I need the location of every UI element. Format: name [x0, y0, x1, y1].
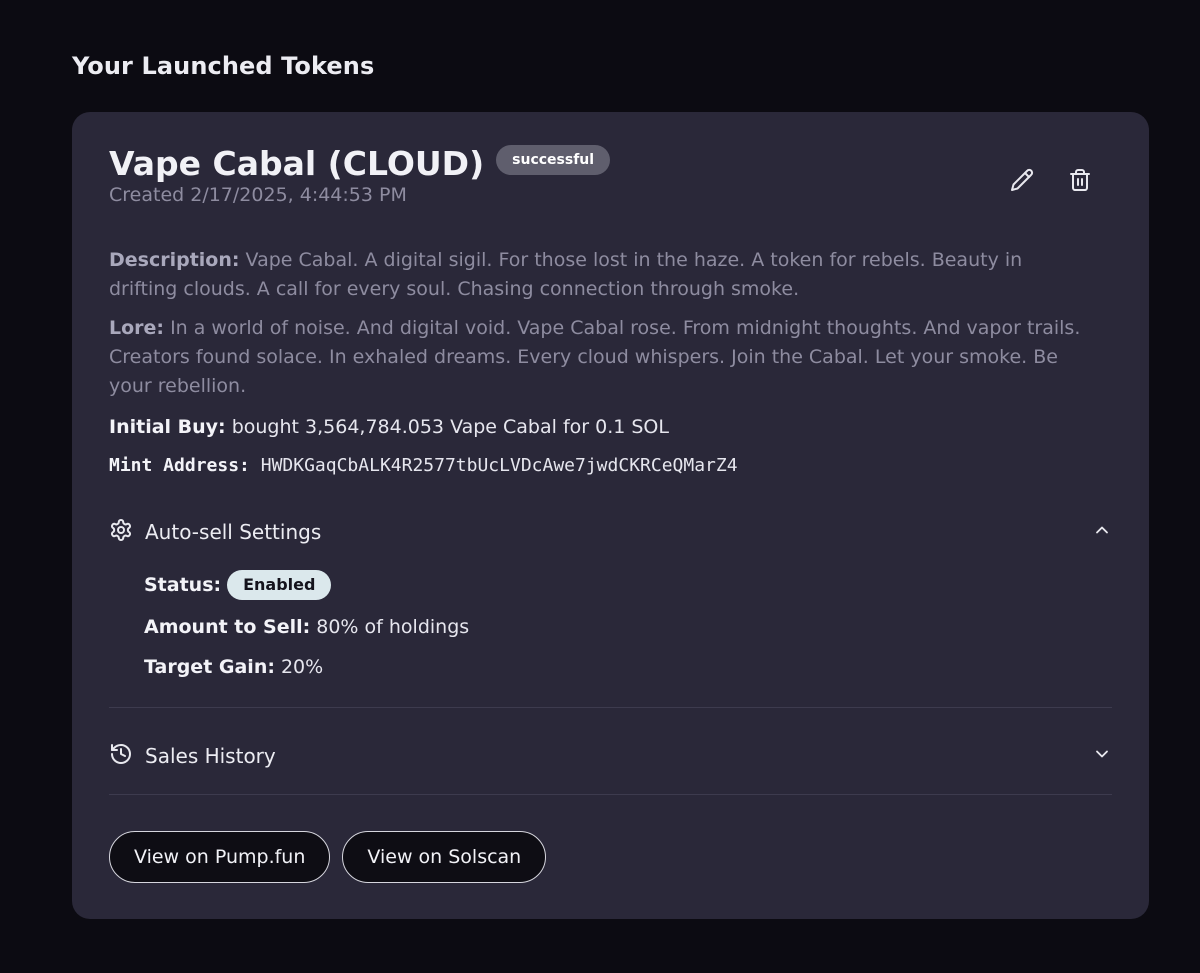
autosell-settings-toggle[interactable]: Auto-sell Settings	[109, 518, 1112, 546]
history-icon	[109, 742, 133, 770]
trash-icon[interactable]	[1068, 168, 1092, 192]
token-description: Description: Vape Cabal. A digital sigil…	[109, 246, 1089, 304]
token-title-row: Vape Cabal (CLOUD) successful	[109, 144, 611, 184]
token-card: Vape Cabal (CLOUD) successful Created 2/…	[72, 112, 1149, 919]
description-label: Description:	[109, 249, 240, 271]
view-on-pumpfun-button[interactable]: View on Pump.fun	[109, 831, 331, 883]
gear-icon	[109, 518, 133, 546]
token-name: Vape Cabal (CLOUD)	[109, 144, 485, 183]
lore-text: In a world of noise. And digital void. V…	[109, 317, 1081, 397]
autosell-status: Status: Enabled	[144, 570, 332, 600]
lore-label: Lore:	[109, 317, 165, 339]
enabled-badge: Enabled	[227, 570, 332, 600]
initial-buy-value: bought 3,564,784.053 Vape Cabal for 0.1 …	[231, 416, 669, 438]
initial-buy: Initial Buy: bought 3,564,784.053 Vape C…	[109, 416, 669, 438]
created-timestamp: Created 2/17/2025, 4:44:53 PM	[109, 184, 407, 206]
autosell-gain-label: Target Gain:	[144, 656, 275, 678]
chevron-down-icon	[1092, 744, 1112, 768]
divider	[109, 707, 1112, 708]
view-on-solscan-button[interactable]: View on Solscan	[342, 831, 547, 883]
autosell-gain: Target Gain: 20%	[144, 656, 323, 678]
autosell-amount-value: 80% of holdings	[316, 616, 470, 638]
autosell-gain-value: 20%	[280, 656, 324, 678]
autosell-amount-label: Amount to Sell:	[144, 616, 311, 638]
initial-buy-label: Initial Buy:	[109, 416, 226, 438]
mint-address-label: Mint Address:	[109, 455, 250, 476]
section-title: Your Launched Tokens	[72, 52, 375, 80]
token-card-content: Vape Cabal (CLOUD) successful Created 2/…	[109, 112, 1112, 919]
autosell-settings-label: Auto-sell Settings	[145, 520, 322, 544]
mint-address-value[interactable]: HWDKGaqCbALK4R2577tbUcLVDcAwe7jwdCKRCeQM…	[261, 455, 738, 476]
page: Your Launched Tokens Vape Cabal (CLOUD) …	[0, 0, 1200, 973]
token-lore: Lore: In a world of noise. And digital v…	[109, 314, 1089, 401]
divider	[109, 794, 1112, 795]
sales-history-label: Sales History	[145, 744, 276, 768]
sales-history-toggle[interactable]: Sales History	[109, 742, 1112, 770]
card-actions	[1010, 168, 1092, 192]
autosell-status-label: Status:	[144, 574, 222, 596]
description-text: Vape Cabal. A digital sigil. For those l…	[109, 249, 1023, 300]
pencil-icon[interactable]	[1010, 168, 1034, 192]
status-badge: successful	[496, 145, 611, 175]
mint-address: Mint Address: HWDKGaqCbALK4R2577tbUcLVDc…	[109, 455, 738, 476]
external-links: View on Pump.fun View on Solscan	[109, 831, 547, 883]
chevron-up-icon	[1092, 520, 1112, 544]
autosell-amount: Amount to Sell: 80% of holdings	[144, 616, 469, 638]
